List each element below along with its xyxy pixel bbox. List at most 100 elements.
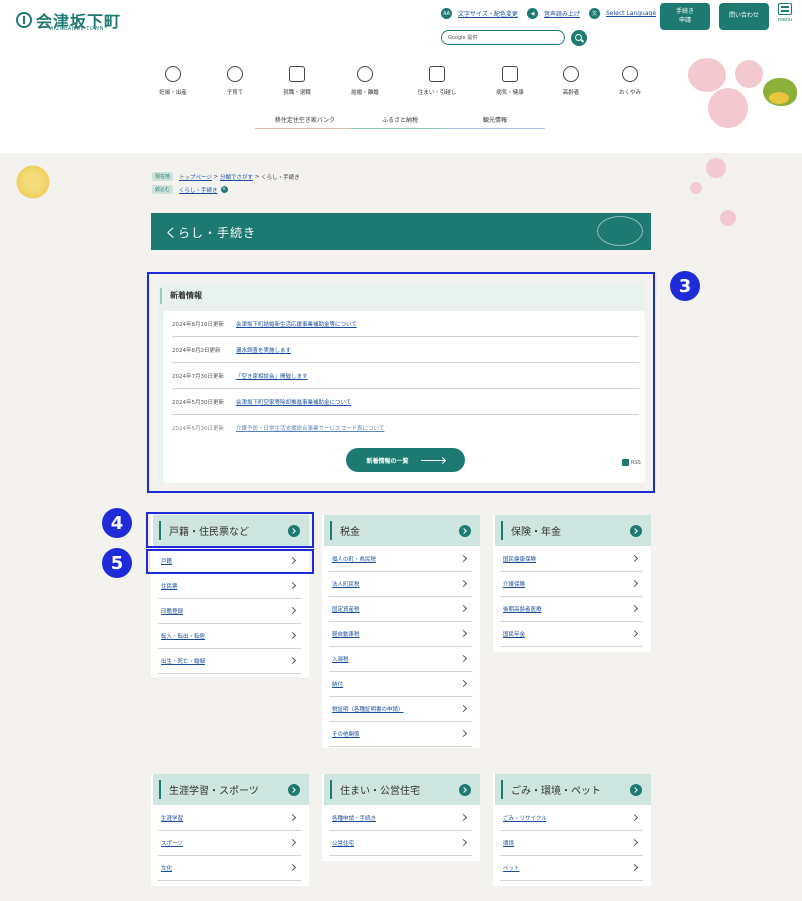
- news-link[interactable]: 「空き家相談会」開催します: [236, 372, 308, 380]
- chevron-right-icon: [630, 604, 639, 613]
- nav-employment[interactable]: 就職・退職: [267, 66, 327, 96]
- rss-link[interactable]: RSS: [622, 459, 641, 466]
- card-link[interactable]: 生涯学習: [158, 806, 301, 831]
- card-header[interactable]: 税金: [322, 515, 480, 546]
- hamburger-icon: [778, 3, 792, 15]
- chevron-right-icon: [459, 654, 468, 663]
- breadcrumb-top-link[interactable]: トップページ: [179, 173, 212, 181]
- procedures-button[interactable]: 手続き 申請: [660, 3, 710, 30]
- card-link-label: 転入・転出・転居: [161, 634, 206, 640]
- card-link-label: 税証明（各種証明書の申請）: [332, 707, 404, 713]
- card-header[interactable]: ごみ・環境・ペット: [493, 774, 651, 805]
- card-title: 税金: [340, 527, 360, 538]
- card-link[interactable]: 住民票: [158, 574, 301, 599]
- news-link[interactable]: 介護予防・日常生活支援総合事業サービスコード表について: [236, 424, 384, 432]
- chevron-right-icon: [459, 729, 468, 738]
- news-date: 2024年5月30日更新: [172, 426, 224, 432]
- category-card-housing: 住まい・公営住宅 各種申請・手続き 公営住宅: [322, 774, 480, 861]
- nav-health[interactable]: 病気・健康: [480, 66, 540, 96]
- breadcrumb-category-link[interactable]: 分類でさがす: [220, 173, 253, 181]
- flower-decoration-icon: [597, 216, 643, 246]
- search-input[interactable]: Google 提供: [441, 30, 565, 45]
- subnav-tourism[interactable]: 観光情報: [445, 115, 545, 129]
- chevron-right-icon: [288, 581, 297, 590]
- nav-pregnancy[interactable]: 妊娠・出産: [143, 66, 203, 96]
- card-link-label: その他関係: [332, 732, 360, 738]
- sakura-decoration: [688, 58, 726, 92]
- filter-link[interactable]: くらし・手続き: [179, 186, 218, 194]
- nav-condolence[interactable]: おくやみ: [600, 66, 660, 96]
- language-link[interactable]: 文 Select Language: [589, 8, 656, 19]
- card-link[interactable]: 転入・転出・転居: [158, 624, 301, 649]
- card-link[interactable]: 国民年金: [500, 622, 643, 647]
- card-link[interactable]: 各種申請・手続き: [329, 806, 472, 831]
- card-link[interactable]: 個人の町・県民税: [329, 547, 472, 572]
- news-item: 2024年7月30日更新 「空き家相談会」開催します: [172, 363, 639, 389]
- card-link[interactable]: 入湯税: [329, 647, 472, 672]
- card-link[interactable]: 後期高齢者医療: [500, 597, 643, 622]
- card-link[interactable]: 納付: [329, 672, 472, 697]
- menu-label: menu: [777, 17, 793, 23]
- card-link[interactable]: ペット: [500, 856, 643, 881]
- subnav-furusato[interactable]: ふるさと納税: [350, 115, 450, 129]
- card-link[interactable]: 出生・死亡・婚姻: [158, 649, 301, 674]
- chevron-right-icon: [288, 631, 297, 640]
- card-header[interactable]: 保険・年金: [493, 515, 651, 546]
- chrysanthemum-decoration: [13, 164, 53, 200]
- text-size-icon: AA: [441, 8, 452, 19]
- sakura-decoration: [735, 60, 763, 88]
- card-link[interactable]: 国民健康保険: [500, 547, 643, 572]
- contact-button[interactable]: 問い合わせ: [719, 3, 769, 30]
- header-accent: [330, 521, 332, 540]
- card-link[interactable]: 印鑑登録: [158, 599, 301, 624]
- chevron-right-icon: [630, 579, 639, 588]
- card-link[interactable]: 固定資産税: [329, 597, 472, 622]
- news-link[interactable]: 漏水調査を実施します: [236, 346, 291, 354]
- card-link[interactable]: 法人町民税: [329, 572, 472, 597]
- chevron-right-icon: [459, 679, 468, 688]
- card-link[interactable]: 介護保険: [500, 572, 643, 597]
- card-link[interactable]: 公営住宅: [329, 831, 472, 856]
- header-accent: [330, 780, 332, 799]
- chevron-right-icon: [630, 554, 639, 563]
- subnav-relocation[interactable]: 移住定住空き家バンク: [255, 115, 355, 129]
- news-link[interactable]: 会津坂下町空家等除却推進事業補助金について: [236, 398, 351, 406]
- news-item: 2024年8月2日更新 漏水調査を実施します: [172, 337, 639, 363]
- nav-elderly[interactable]: 高齢者: [541, 66, 601, 96]
- card-link-label: 生涯学習: [161, 816, 184, 822]
- chevron-right-icon: [630, 629, 639, 638]
- text-size-link[interactable]: AA 文字サイズ・配色変更: [441, 8, 518, 19]
- nav-childcare[interactable]: 子育て: [205, 66, 265, 96]
- elderly-icon: [563, 66, 579, 82]
- rss-label: RSS: [631, 459, 641, 466]
- card-link[interactable]: スポーツ: [158, 831, 301, 856]
- card-link[interactable]: その他関係: [329, 722, 472, 747]
- nav-marriage[interactable]: 結婚・離婚: [335, 66, 395, 96]
- chevron-right-icon: [288, 813, 297, 822]
- card-link[interactable]: 文化: [158, 856, 301, 881]
- chevron-right-icon: [630, 838, 639, 847]
- chevron-right-icon: [459, 554, 468, 563]
- chevron-right-icon: [288, 784, 300, 796]
- chevron-right-icon: [459, 838, 468, 847]
- news-list-button[interactable]: 新着情報の一覧: [346, 448, 465, 472]
- chevron-right-icon: [288, 863, 297, 872]
- nav-housing[interactable]: 住まい・引越し: [407, 66, 467, 96]
- card-link[interactable]: ごみ・リサイクル: [500, 806, 643, 831]
- chevron-right-icon: [630, 784, 642, 796]
- card-header[interactable]: 生涯学習・スポーツ: [151, 774, 309, 805]
- voice-reader-link[interactable]: ◀ 音声読み上げ: [527, 8, 580, 19]
- card-link[interactable]: 税証明（各種証明書の申請）: [329, 697, 472, 722]
- header-accent: [501, 780, 503, 799]
- menu-button[interactable]: menu: [775, 3, 795, 27]
- search-icon[interactable]: [571, 30, 587, 46]
- news-link[interactable]: 会津坂下町結婚新生活応援事業補助金等について: [236, 320, 357, 328]
- card-link[interactable]: 軽自動車税: [329, 622, 472, 647]
- petal-decoration: [720, 210, 736, 226]
- card-header[interactable]: 住まい・公営住宅: [322, 774, 480, 805]
- news-highlight-box: 新着情報 2024年8月16日更新 会津坂下町結婚新生活応援事業補助金等について …: [147, 272, 655, 493]
- card-link[interactable]: 環境: [500, 831, 643, 856]
- card-link-label: 公営住宅: [332, 841, 355, 847]
- marker-4: 4: [102, 508, 132, 538]
- close-icon[interactable]: ×: [220, 186, 228, 193]
